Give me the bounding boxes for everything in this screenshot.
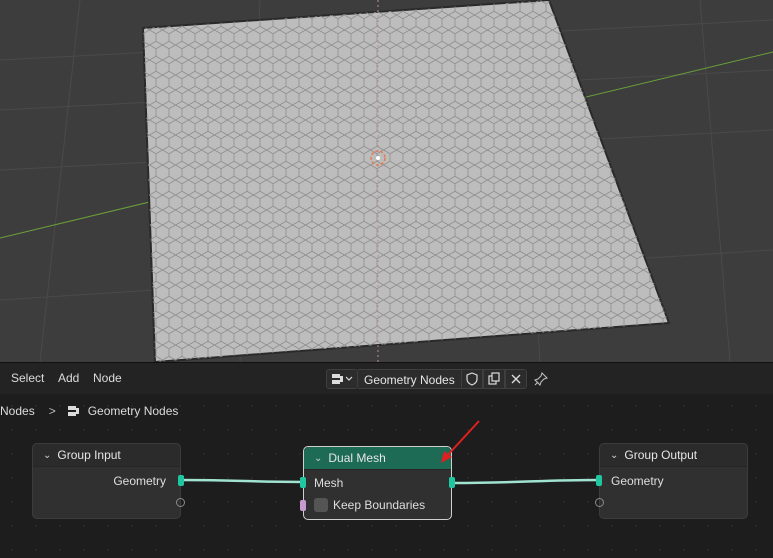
fake-user-button[interactable]: [460, 369, 483, 389]
dual-mesh-output-socket[interactable]: [449, 477, 455, 488]
breadcrumb: Nodes > Geometry Nodes: [0, 403, 178, 419]
group-output-title: Group Output: [624, 448, 698, 462]
menu-node[interactable]: Node: [93, 371, 122, 385]
node-tree-icon: [67, 406, 79, 416]
group-input-geometry-label: Geometry: [113, 474, 166, 488]
empty-input-socket[interactable]: [595, 498, 604, 507]
group-output-header[interactable]: ⌄ Group Output: [600, 444, 747, 467]
dual-mesh-header[interactable]: ⌄ Dual Mesh: [304, 447, 451, 470]
dual-mesh-title: Dual Mesh: [328, 451, 386, 465]
close-icon: [511, 374, 521, 384]
shield-icon: [466, 372, 478, 386]
breadcrumb-parent[interactable]: Nodes: [0, 404, 35, 418]
node-tree-selector: Geometry Nodes: [326, 368, 555, 390]
group-input-title: Group Input: [57, 448, 121, 462]
viewport-scene: [0, 0, 773, 362]
mesh-input-socket[interactable]: [300, 477, 306, 488]
keep-boundaries-label: Keep Boundaries: [333, 498, 426, 512]
node-editor-header: Select Add Node Geometry Nodes: [0, 362, 773, 395]
node-tree-type-dropdown[interactable]: [326, 369, 358, 389]
breadcrumb-separator-icon: >: [48, 404, 56, 418]
chevron-down-icon[interactable]: ⌄: [43, 450, 51, 461]
breadcrumb-current[interactable]: Geometry Nodes: [88, 404, 179, 418]
chevron-down-icon[interactable]: ⌄: [314, 453, 322, 464]
unlink-button[interactable]: [504, 369, 527, 389]
group-input-node[interactable]: ⌄ Group Input Geometry: [32, 443, 185, 519]
menu-select[interactable]: Select: [11, 371, 44, 385]
node-tree-name-field[interactable]: Geometry Nodes: [358, 369, 461, 389]
copy-icon: [488, 372, 500, 385]
group-output-node[interactable]: ⌄ Group Output Geometry: [595, 443, 748, 519]
menu-add[interactable]: Add: [58, 371, 79, 385]
dual-mesh-node[interactable]: ⌄ Dual Mesh Mesh Keep Boundaries: [300, 446, 455, 520]
pin-button[interactable]: [527, 372, 555, 386]
hex-pattern: [143, 0, 669, 362]
geometry-output-socket[interactable]: [178, 475, 184, 486]
chevron-down-icon[interactable]: ⌄: [610, 450, 618, 461]
geometry-input-socket[interactable]: [596, 475, 602, 486]
group-input-header[interactable]: ⌄ Group Input: [33, 444, 180, 467]
3d-viewport[interactable]: [0, 0, 773, 362]
dual-mesh-mesh-label: Mesh: [314, 476, 344, 490]
pin-icon: [533, 372, 548, 386]
node-tree-icon: [332, 374, 353, 384]
keep-boundaries-input-socket[interactable]: [300, 500, 306, 511]
group-output-geometry-label: Geometry: [611, 474, 664, 488]
keep-boundaries-checkbox[interactable]: [314, 498, 328, 512]
duplicate-button[interactable]: [482, 369, 505, 389]
empty-output-socket[interactable]: [176, 498, 185, 507]
